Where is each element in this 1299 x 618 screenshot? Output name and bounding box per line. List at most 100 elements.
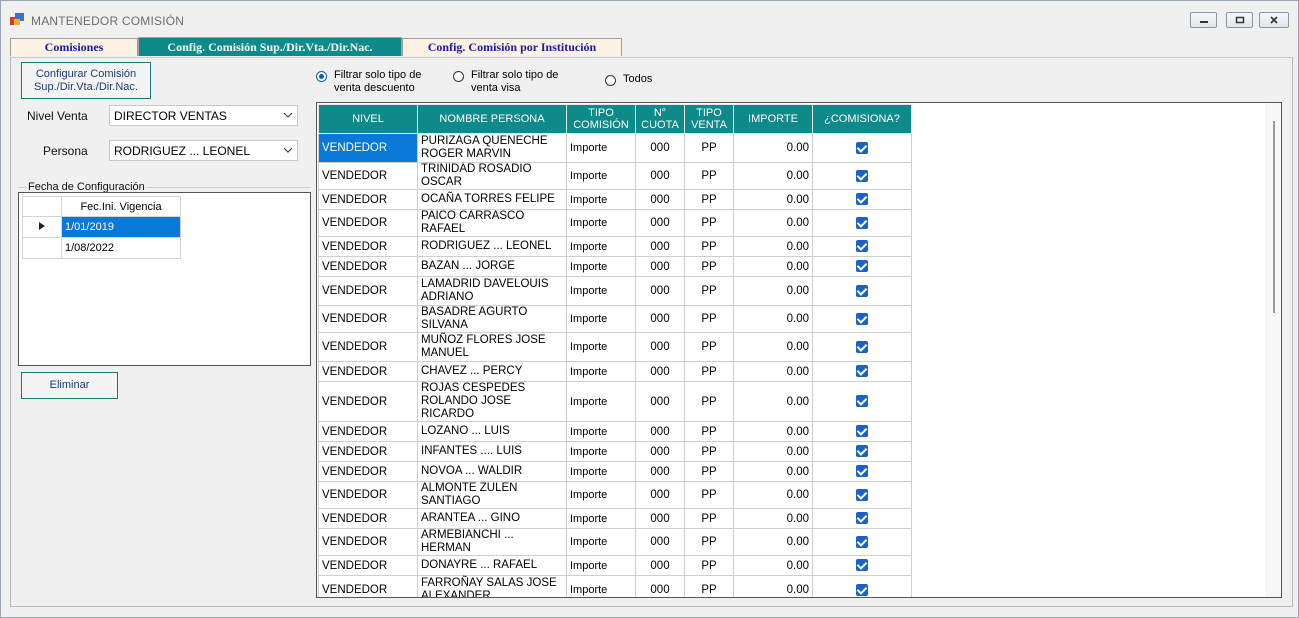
grid-row[interactable]: VENDEDOR DONAYRE ... RAFAEL Importe 000 PP 0.…: [318, 555, 912, 576]
grid-cell-nivel[interactable]: VENDEDOR: [318, 528, 418, 556]
grid-cell-importe[interactable]: 0.00: [733, 305, 813, 333]
grid-cell-nombre[interactable]: OCAÑA TORRES FELIPE: [417, 189, 567, 210]
grid-cell-nombre[interactable]: PAICO CARRASCO RAFAEL: [417, 209, 567, 237]
grid-cell-nivel[interactable]: VENDEDOR: [318, 361, 418, 382]
checkbox-checked-icon[interactable]: [856, 365, 868, 378]
grid-row[interactable]: VENDEDOR MUÑOZ FLORES JOSE MANUEL Importe 0…: [318, 332, 912, 362]
grid-cell-nivel[interactable]: VENDEDOR: [318, 481, 418, 509]
scrollbar-thumb[interactable]: [1273, 121, 1275, 313]
fecha-row[interactable]: 1/01/2019: [22, 216, 181, 238]
tab-comisiones[interactable]: Comisiones: [10, 38, 138, 56]
grid-cell-comisiona[interactable]: [812, 276, 912, 306]
grid-cell-comisiona[interactable]: [812, 381, 912, 422]
grid-row[interactable]: VENDEDOR LAMADRID DAVELOUIS ADRIANO Import…: [318, 276, 912, 306]
grid-cell-nombre[interactable]: LAMADRID DAVELOUIS ADRIANO: [417, 276, 567, 306]
grid-cell-importe[interactable]: 0.00: [733, 441, 813, 462]
maximize-button[interactable]: [1226, 12, 1253, 28]
grid-cell-comisiona[interactable]: [812, 305, 912, 333]
grid-row[interactable]: VENDEDOR OCAÑA TORRES FELIPE Importe 000 PP 0…: [318, 189, 912, 210]
fecha-grid[interactable]: Fec.Ini. Vigencia 1/01/2019 1/08/2022: [22, 196, 181, 259]
grid-cell-cuota[interactable]: 000: [635, 209, 685, 237]
grid-cell-importe[interactable]: 0.00: [733, 361, 813, 382]
grid-cell-nombre[interactable]: ALMONTE ZULEN SANTIAGO: [417, 481, 567, 509]
grid-cell-tipo-venta[interactable]: PP: [684, 162, 734, 190]
fecha-cell[interactable]: 1/01/2019: [61, 216, 181, 238]
grid-cell-importe[interactable]: 0.00: [733, 332, 813, 362]
grid-cell-importe[interactable]: 0.00: [733, 575, 813, 597]
checkbox-checked-icon[interactable]: [856, 169, 868, 182]
grid-cell-importe[interactable]: 0.00: [733, 481, 813, 509]
grid-cell-tipo-venta[interactable]: PP: [684, 189, 734, 210]
grid-cell-comisiona[interactable]: [812, 189, 912, 210]
checkbox-checked-icon[interactable]: [856, 284, 868, 297]
grid-cell-tipo-venta[interactable]: PP: [684, 236, 734, 257]
row-selector[interactable]: [22, 237, 62, 259]
grid-cell-importe[interactable]: 0.00: [733, 555, 813, 576]
grid-cell-cuota[interactable]: 000: [635, 162, 685, 190]
grid-row[interactable]: VENDEDOR ALMONTE ZULEN SANTIAGO Importe 000…: [318, 481, 912, 509]
grid-cell-importe[interactable]: 0.00: [733, 133, 813, 163]
fecha-cell[interactable]: 1/08/2022: [61, 237, 181, 259]
grid-row[interactable]: VENDEDOR FARROÑAY SALAS JOSE ALEXANDER Imp…: [318, 575, 912, 597]
grid-cell-comisiona[interactable]: [812, 441, 912, 462]
col-header-nombre[interactable]: NOMBRE PERSONA: [417, 104, 567, 134]
col-header-tipo-comision[interactable]: TIPO COMISIÓN: [566, 104, 636, 134]
grid-cell-tipo-venta[interactable]: PP: [684, 276, 734, 306]
grid-cell-comisiona[interactable]: [812, 236, 912, 257]
checkbox-checked-icon[interactable]: [856, 193, 868, 206]
grid-cell-tipo-comision[interactable]: Importe: [566, 209, 636, 237]
grid-row[interactable]: VENDEDOR ARANTEA ... GINO Importe 000 PP 0.00: [318, 508, 912, 529]
grid-cell-importe[interactable]: 0.00: [733, 421, 813, 442]
close-button[interactable]: [1259, 12, 1289, 28]
checkbox-checked-icon[interactable]: [856, 260, 868, 273]
grid-cell-tipo-venta[interactable]: PP: [684, 481, 734, 509]
grid-cell-nombre[interactable]: ARANTEA ... GINO: [417, 508, 567, 529]
grid-cell-tipo-venta[interactable]: PP: [684, 381, 734, 422]
grid-cell-tipo-comision[interactable]: Importe: [566, 162, 636, 190]
grid-cell-importe[interactable]: 0.00: [733, 508, 813, 529]
checkbox-checked-icon[interactable]: [856, 340, 868, 353]
col-header-tipo-venta[interactable]: TIPO VENTA: [684, 104, 734, 134]
grid-row[interactable]: VENDEDOR RODRIGUEZ ... LEONEL Importe 000 PP…: [318, 236, 912, 257]
grid-cell-cuota[interactable]: 000: [635, 305, 685, 333]
grid-cell-nivel[interactable]: VENDEDOR: [318, 256, 418, 277]
checkbox-checked-icon[interactable]: [856, 395, 868, 408]
commission-grid[interactable]: NIVEL NOMBRE PERSONA TIPO COMISIÓN N° CU…: [316, 102, 1282, 598]
grid-cell-tipo-comision[interactable]: Importe: [566, 461, 636, 482]
grid-cell-comisiona[interactable]: [812, 555, 912, 576]
grid-cell-tipo-venta[interactable]: PP: [684, 332, 734, 362]
grid-cell-nivel[interactable]: VENDEDOR: [318, 441, 418, 462]
grid-cell-tipo-venta[interactable]: PP: [684, 421, 734, 442]
col-header-comisiona[interactable]: ¿COMISIONA?: [812, 104, 912, 134]
tab-config-institucion[interactable]: Config. Comisión por Institución: [402, 38, 622, 56]
nivel-venta-select[interactable]: DIRECTOR VENTAS: [109, 105, 298, 126]
grid-cell-comisiona[interactable]: [812, 421, 912, 442]
grid-cell-importe[interactable]: 0.00: [733, 209, 813, 237]
grid-cell-comisiona[interactable]: [812, 481, 912, 509]
grid-cell-nombre[interactable]: BASADRE AGURTO SILVANA: [417, 305, 567, 333]
checkbox-checked-icon[interactable]: [856, 312, 868, 325]
grid-row[interactable]: VENDEDOR ROJAS CESPEDES ROLANDO JOSE RICA…: [318, 381, 912, 422]
grid-row[interactable]: VENDEDOR NOVOA ... WALDIR Importe 000 PP 0.00: [318, 461, 912, 482]
grid-cell-cuota[interactable]: 000: [635, 528, 685, 556]
grid-cell-comisiona[interactable]: [812, 256, 912, 277]
grid-cell-tipo-comision[interactable]: Importe: [566, 381, 636, 422]
grid-cell-importe[interactable]: 0.00: [733, 528, 813, 556]
grid-cell-nombre[interactable]: RODRIGUEZ ... LEONEL: [417, 236, 567, 257]
grid-cell-importe[interactable]: 0.00: [733, 256, 813, 277]
grid-cell-nivel[interactable]: VENDEDOR: [318, 133, 418, 163]
filter-todos-radio[interactable]: Todos: [605, 73, 652, 86]
grid-cell-nombre[interactable]: NOVOA ... WALDIR: [417, 461, 567, 482]
grid-cell-tipo-venta[interactable]: PP: [684, 575, 734, 597]
configure-commission-button[interactable]: Configurar Comisión Sup./Dir.Vta./Dir.Na…: [21, 62, 151, 99]
grid-cell-nombre[interactable]: MUÑOZ FLORES JOSE MANUEL: [417, 332, 567, 362]
checkbox-checked-icon[interactable]: [856, 216, 868, 229]
grid-cell-comisiona[interactable]: [812, 162, 912, 190]
grid-cell-nivel[interactable]: VENDEDOR: [318, 276, 418, 306]
checkbox-checked-icon[interactable]: [856, 583, 868, 596]
grid-cell-tipo-venta[interactable]: PP: [684, 508, 734, 529]
grid-cell-nombre[interactable]: TRINIDAD ROSADIO OSCAR: [417, 162, 567, 190]
grid-cell-comisiona[interactable]: [812, 332, 912, 362]
grid-cell-nombre[interactable]: PURIZAGA QUENECHE ROGER MARVIN: [417, 133, 567, 163]
grid-cell-tipo-comision[interactable]: Importe: [566, 528, 636, 556]
